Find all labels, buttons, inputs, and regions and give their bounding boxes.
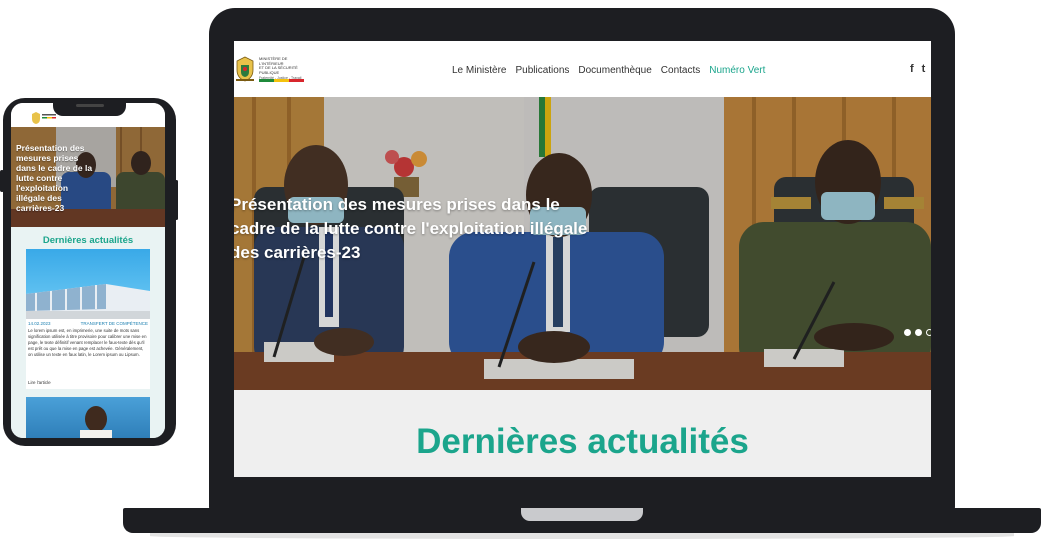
slider-dot-1[interactable] [904,329,911,336]
social-links: f t [910,63,925,75]
news-section-title: Dernières actualités [416,422,749,461]
laptop-shadow [150,533,1014,539]
news-card-meta: 14.02.2023 Transfert de compétence [28,321,148,326]
site-header: Ministère de l'Intérieur et de la Sécuri… [234,41,931,97]
slider-dots [904,329,931,336]
phone-speaker [76,104,104,107]
hero-slider[interactable]: Présentation des mesures prises dans le … [234,97,931,390]
logo-title: Ministère de l'Intérieur et de la Sécuri… [259,56,298,75]
person-portrait [80,406,112,438]
laptop-screen: Ministère de l'Intérieur et de la Sécuri… [234,41,931,477]
phone-side-button [0,170,4,192]
mobile-news-section: Dernières actualités 14.02.2023 Transfer… [11,227,165,438]
coat-of-arms-icon [236,56,254,82]
main-nav: Le Ministère Publications Documenthèque … [452,65,765,77]
nav-item-contacts[interactable]: Contacts [661,65,700,77]
nav-item-publications[interactable]: Publications [515,65,569,77]
nav-item-documentheque[interactable]: Documenthèque [578,65,651,77]
news-card-read-more-link[interactable]: Lire l'article [28,380,51,385]
twitter-icon[interactable]: t [922,63,926,75]
building-illustration [26,284,150,319]
logo-motto: Fraternité - Justice - Travail [259,76,302,80]
news-card-date: 14.02.2023 [28,321,51,326]
site-logo[interactable]: Ministère de l'Intérieur et de la Sécuri… [234,55,314,87]
flag-stripe [259,69,305,82]
slider-dot-3[interactable] [926,329,931,336]
phone-power-button [175,180,178,220]
mobile-news-title: Dernières actualités [42,235,134,246]
phone-screen: Présentation des mesures prises dans le … [11,103,165,438]
mobile-hero[interactable]: Présentation des mesures prises dans le … [11,127,165,227]
news-card-category[interactable]: Transfert de compétence [81,321,148,326]
hero-caption[interactable]: Présentation des mesures prises dans le … [234,193,590,265]
slider-dot-2[interactable] [915,329,922,336]
news-card-image [26,249,150,319]
nav-item-ministere[interactable]: Le Ministère [452,65,506,77]
mobile-logo-icon[interactable] [31,111,57,125]
news-card[interactable]: 14.02.2023 Transfert de compétence Le lo… [26,249,150,389]
mobile-hero-caption[interactable]: Présentation des mesures prises dans le … [16,143,96,213]
nav-item-numero-vert[interactable]: Numéro Vert [709,65,765,77]
news-card-excerpt: Le lorem ipsum est, en imprimerie, une s… [28,328,147,357]
facebook-icon[interactable]: f [910,63,914,75]
laptop-notch [521,508,643,521]
news-section: Dernières actualités [234,390,931,477]
news-card-image[interactable] [26,397,150,438]
